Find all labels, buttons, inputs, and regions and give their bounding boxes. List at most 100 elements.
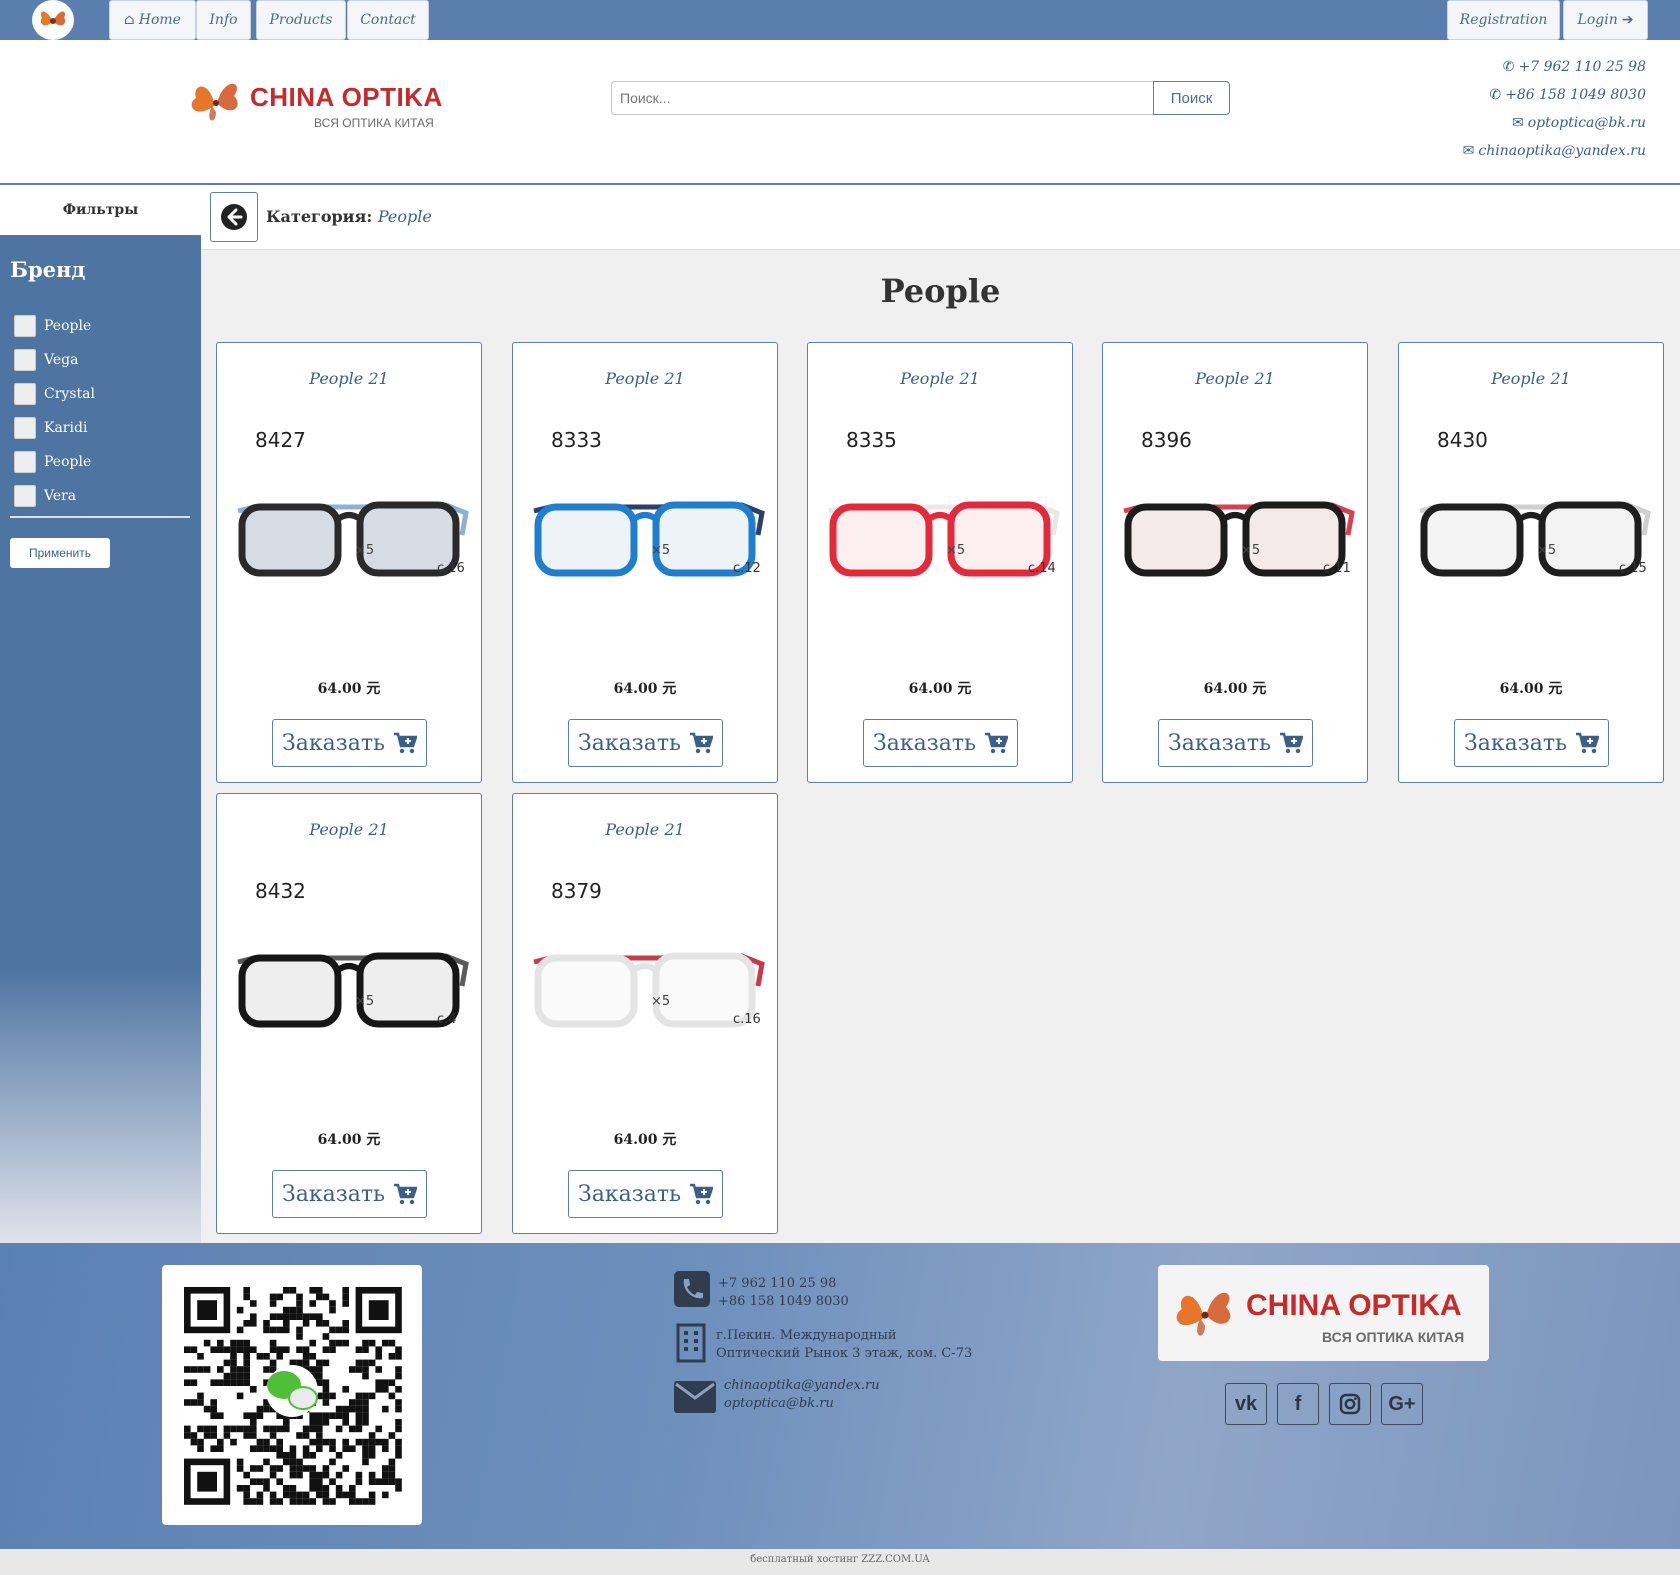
nav-products-button[interactable]: Products bbox=[256, 0, 346, 40]
pack-quantity: ×5 bbox=[355, 543, 375, 558]
cart-plus-icon bbox=[984, 732, 1008, 754]
product-name[interactable]: People 21 bbox=[513, 820, 777, 839]
nav-home-button[interactable]: ⌂ Home bbox=[109, 0, 196, 40]
order-button[interactable]: Заказать bbox=[1158, 719, 1313, 767]
product-model-number: 8430 bbox=[1437, 428, 1488, 452]
brand-filter-people-2[interactable]: People bbox=[14, 451, 91, 473]
header-email-1[interactable]: ✉ optoptica@bk.ru bbox=[1512, 115, 1646, 131]
apply-filters-button[interactable]: Применить bbox=[10, 538, 110, 568]
instagram-icon[interactable] bbox=[1329, 1383, 1371, 1425]
footer-brand-title: CHINA OPTIKA bbox=[1246, 1289, 1462, 1322]
brand-filter-vega[interactable]: Vega bbox=[14, 349, 78, 371]
nav-registration-button[interactable]: Registration bbox=[1447, 0, 1560, 40]
hosting-note[interactable]: бесплатный хостинг ZZZ.COM.UA bbox=[0, 1549, 1680, 1575]
product-card[interactable]: People 21 8427 ×5 c.16 64.00 元 Заказать bbox=[216, 342, 482, 783]
product-price: 64.00 元 bbox=[908, 681, 972, 697]
search-input[interactable] bbox=[611, 81, 1154, 115]
product-card[interactable]: People 21 8335 ×5 c.14 64.00 元 Заказать bbox=[807, 342, 1073, 783]
product-price: 64.00 元 bbox=[317, 681, 381, 697]
pack-quantity: ×5 bbox=[946, 543, 966, 558]
color-code: c.14 bbox=[1028, 561, 1056, 576]
nav-login-button[interactable]: Login ➔ bbox=[1563, 0, 1648, 40]
footer-address: г.Пекин. Международный Оптический Рынок … bbox=[716, 1328, 973, 1361]
cart-plus-icon bbox=[393, 1183, 417, 1205]
arrow-left-circle-icon bbox=[221, 204, 247, 230]
product-card[interactable]: People 21 8432 ×5 c.4 64.00 元 Заказать bbox=[216, 793, 482, 1234]
color-code: c.12 bbox=[733, 561, 761, 576]
header-phone-2[interactable]: ✆ +86 158 1049 8030 bbox=[1489, 87, 1646, 103]
checkbox[interactable] bbox=[14, 349, 36, 371]
breadcrumb: Категория: People bbox=[201, 185, 1680, 250]
header-email-2[interactable]: ✉ chinaoptika@yandex.ru bbox=[1463, 143, 1646, 159]
brand-filter-crystal[interactable]: Crystal bbox=[14, 383, 95, 405]
color-code: c.16 bbox=[437, 561, 465, 576]
product-model-number: 8432 bbox=[255, 879, 306, 903]
product-name[interactable]: People 21 bbox=[808, 369, 1072, 388]
vk-icon[interactable]: vk bbox=[1225, 1383, 1267, 1425]
search-button[interactable]: Поиск bbox=[1153, 81, 1230, 115]
cart-plus-icon bbox=[1575, 732, 1599, 754]
order-button[interactable]: Заказать bbox=[568, 1170, 723, 1218]
site-logo-icon[interactable] bbox=[32, 0, 74, 40]
glasses-image bbox=[1419, 501, 1651, 577]
envelope-icon: ✉ bbox=[1462, 143, 1475, 159]
brand-title: CHINA OPTIKA bbox=[250, 82, 443, 112]
phone-icon bbox=[674, 1271, 710, 1307]
product-name[interactable]: People 21 bbox=[513, 369, 777, 388]
butterfly-icon bbox=[191, 83, 238, 121]
brand-filter-karidi[interactable]: Karidi bbox=[14, 417, 87, 439]
pack-quantity: ×5 bbox=[651, 994, 671, 1009]
product-price: 64.00 元 bbox=[613, 681, 677, 697]
product-card[interactable]: People 21 8333 ×5 c.12 64.00 元 Заказать bbox=[512, 342, 778, 783]
order-button[interactable]: Заказать bbox=[863, 719, 1018, 767]
brand-logo[interactable]: CHINA OPTIKA ВСЯ ОПТИКА КИТАЯ bbox=[186, 72, 446, 132]
checkbox[interactable] bbox=[14, 383, 36, 405]
nav-info-button[interactable]: Info bbox=[196, 0, 251, 40]
order-button[interactable]: Заказать bbox=[1454, 719, 1609, 767]
product-name[interactable]: People 21 bbox=[217, 369, 481, 388]
checkbox[interactable] bbox=[14, 417, 36, 439]
google-plus-icon[interactable]: G+ bbox=[1381, 1383, 1423, 1425]
pack-quantity: ×5 bbox=[355, 994, 375, 1009]
order-button[interactable]: Заказать bbox=[272, 719, 427, 767]
pack-quantity: ×5 bbox=[651, 543, 671, 558]
order-button[interactable]: Заказать bbox=[568, 719, 723, 767]
facebook-icon[interactable]: f bbox=[1277, 1383, 1319, 1425]
product-card[interactable]: People 21 8396 ×5 c.11 64.00 元 Заказать bbox=[1102, 342, 1368, 783]
checkbox[interactable] bbox=[14, 485, 36, 507]
footer-brand-logo: CHINA OPTIKA ВСЯ ОПТИКА КИТАЯ bbox=[1158, 1265, 1489, 1361]
glasses-image bbox=[533, 501, 765, 577]
checkbox[interactable] bbox=[14, 451, 36, 473]
color-code: c.15 bbox=[1619, 561, 1647, 576]
glasses-image bbox=[237, 501, 469, 577]
product-model-number: 8379 bbox=[551, 879, 602, 903]
brand-filter-people[interactable]: People bbox=[14, 315, 91, 337]
product-card[interactable]: People 21 8379 ×5 c.16 64.00 元 Заказать bbox=[512, 793, 778, 1234]
login-icon: ➔ bbox=[1621, 12, 1634, 28]
breadcrumb-category-link[interactable]: People bbox=[378, 207, 432, 226]
back-button[interactable] bbox=[210, 192, 258, 242]
nav-contact-button[interactable]: Contact bbox=[347, 0, 429, 40]
checkbox[interactable] bbox=[14, 315, 36, 337]
brand-filter-vera[interactable]: Vera bbox=[14, 485, 76, 507]
footer-emails: chinaoptika@yandex.ru optoptica@bk.ru bbox=[724, 1378, 880, 1411]
color-code: c.11 bbox=[1323, 561, 1351, 576]
product-price: 64.00 元 bbox=[613, 1132, 677, 1148]
header-phone-1[interactable]: ✆ +7 962 110 25 98 bbox=[1503, 59, 1646, 75]
cart-plus-icon bbox=[1279, 732, 1303, 754]
filter-sidebar: Фильтры Бренд People Vega Crystal Karidi… bbox=[0, 185, 201, 1243]
top-navbar: ⌂ Home Info Products Contact Registratio… bbox=[0, 0, 1680, 40]
product-card[interactable]: People 21 8430 ×5 c.15 64.00 元 Заказать bbox=[1398, 342, 1664, 783]
glasses-image bbox=[237, 952, 469, 1028]
phone-icon: ✆ bbox=[1502, 59, 1515, 75]
product-name[interactable]: People 21 bbox=[217, 820, 481, 839]
product-name[interactable]: People 21 bbox=[1399, 369, 1663, 388]
brand-subtitle: ВСЯ ОПТИКА КИТАЯ bbox=[314, 116, 434, 130]
butterfly-icon bbox=[1176, 1292, 1231, 1336]
cart-plus-icon bbox=[689, 1183, 713, 1205]
product-name[interactable]: People 21 bbox=[1103, 369, 1367, 388]
order-button[interactable]: Заказать bbox=[272, 1170, 427, 1218]
home-icon: ⌂ bbox=[124, 12, 135, 28]
envelope-icon: ✉ bbox=[1511, 115, 1524, 131]
filters-tab[interactable]: Фильтры bbox=[0, 185, 201, 235]
